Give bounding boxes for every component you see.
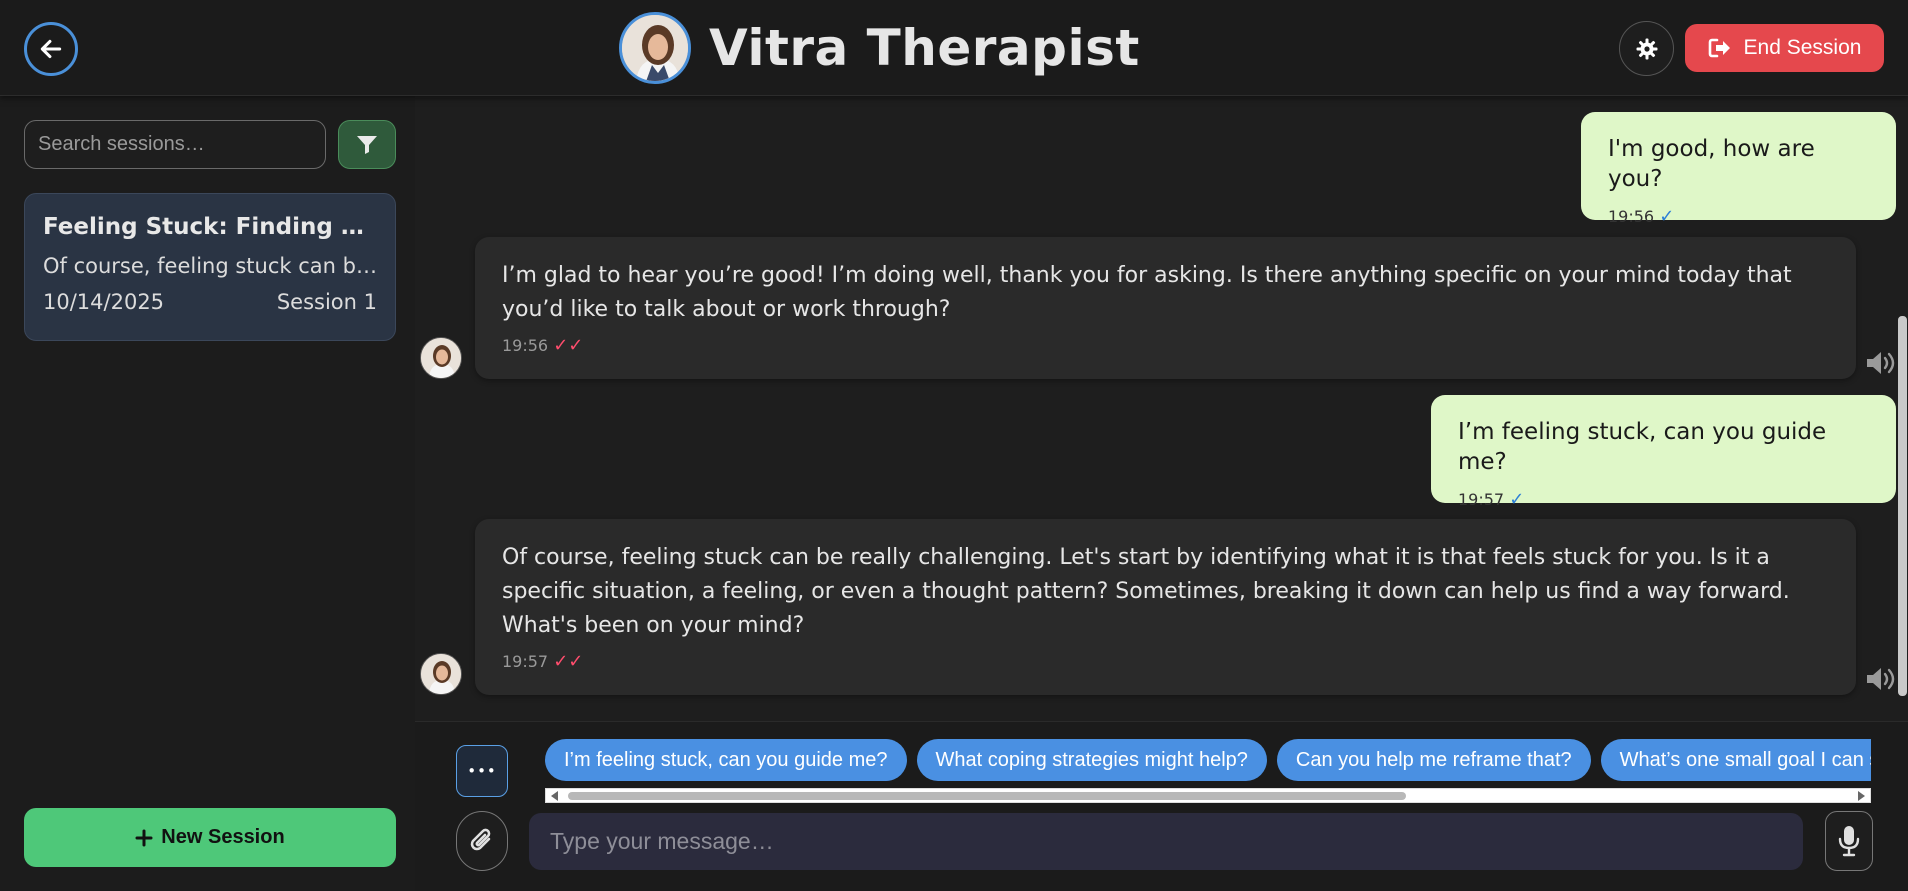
suggestion-chip[interactable]: What’s one small goal I can set? — [1600, 739, 1871, 781]
therapist-avatar — [619, 12, 691, 84]
suggestion-chips: I’m feeling stuck, can you guide me? What… — [545, 739, 1871, 787]
session-preview: Of course, feeling stuck can be really c… — [43, 254, 377, 278]
arrow-left-icon — [40, 39, 62, 59]
suggestions-scroll-thumb[interactable] — [568, 792, 1406, 800]
settings-button[interactable] — [1619, 21, 1674, 76]
more-icon: ••• — [467, 762, 497, 780]
message-user: I'm good, how are you? 19:56 ✓ — [1581, 112, 1896, 227]
chat-scroll-thumb[interactable] — [1898, 316, 1907, 696]
plus-icon — [135, 829, 153, 846]
new-session-label: New Session — [161, 826, 285, 848]
filter-icon — [357, 135, 377, 154]
sidebar: Feeling Stuck: Finding Your Way Forward … — [0, 96, 415, 891]
scroll-right-icon[interactable] — [1858, 791, 1865, 801]
brand: Vitra Therapist — [619, 12, 1140, 84]
suggestion-chip[interactable]: Can you help me reframe that? — [1276, 739, 1591, 781]
session-title: Feeling Stuck: Finding Your Way Forward — [43, 214, 377, 240]
message-time: 19:57 — [502, 652, 549, 671]
suggestion-chip[interactable]: I’m feeling stuck, can you guide me? — [545, 739, 907, 781]
sent-check-icon: ✓ — [1659, 206, 1675, 227]
message-time: 19:57 — [1458, 490, 1505, 509]
message-meta: 19:57 ✓ — [1458, 489, 1869, 510]
message-time: 19:56 — [502, 336, 549, 355]
speaker-icon — [1867, 668, 1895, 690]
speaker-button[interactable] — [1865, 664, 1899, 694]
filter-button[interactable] — [338, 120, 396, 169]
message-text: I’m glad to hear you’re good! I’m doing … — [502, 263, 1792, 322]
scroll-left-icon[interactable] — [551, 791, 558, 801]
message-time: 19:56 — [1608, 207, 1655, 226]
search-sessions-input[interactable] — [24, 120, 326, 169]
paperclip-icon — [470, 828, 491, 851]
message-text: I’m feeling stuck, can you guide me? — [1458, 419, 1827, 475]
microphone-icon — [1838, 826, 1860, 857]
speaker-button[interactable] — [1865, 348, 1899, 378]
message-assistant: I’m glad to hear you’re good! I’m doing … — [475, 237, 1856, 379]
gear-icon — [1636, 38, 1657, 59]
app-title: Vitra Therapist — [709, 19, 1140, 77]
session-date: 10/14/2025 — [43, 290, 165, 314]
therapist-avatar-small — [420, 337, 462, 379]
sent-check-icon: ✓ — [1509, 489, 1525, 510]
message-assistant: Of course, feeling stuck can be really c… — [475, 519, 1856, 695]
end-session-label: End Session — [1743, 36, 1862, 59]
back-button[interactable] — [24, 22, 78, 76]
read-check-icon: ✓✓ — [553, 335, 584, 356]
suggestion-chip[interactable]: What coping strategies might help? — [916, 739, 1267, 781]
suggestions-scrollbar[interactable] — [545, 788, 1871, 803]
message-input[interactable] — [529, 813, 1803, 870]
therapist-avatar-small — [420, 653, 462, 695]
session-card[interactable]: Feeling Stuck: Finding Your Way Forward … — [24, 193, 396, 341]
end-session-button[interactable]: End Session — [1685, 24, 1884, 72]
session-number: Session 1 — [276, 290, 377, 314]
session-meta: 10/14/2025 Session 1 — [43, 290, 377, 314]
attach-button[interactable] — [456, 811, 508, 871]
chat-area: I'm good, how are you? 19:56 ✓ I’m glad … — [415, 96, 1908, 721]
new-session-button[interactable]: New Session — [24, 808, 396, 867]
message-meta: 19:56 ✓ — [1608, 206, 1869, 227]
app-root: Vitra Therapist End Session Search sessi… — [0, 0, 1908, 891]
sign-out-icon — [1708, 38, 1730, 58]
chat-scrollbar[interactable] — [1897, 96, 1908, 721]
read-check-icon: ✓✓ — [553, 651, 584, 672]
message-meta: 19:57 ✓✓ — [502, 651, 1829, 672]
more-options-button[interactable]: ••• — [456, 745, 508, 797]
speaker-icon — [1867, 352, 1895, 374]
top-header: Vitra Therapist End Session — [0, 0, 1908, 96]
microphone-button[interactable] — [1825, 811, 1873, 871]
message-text: I'm good, how are you? — [1608, 136, 1815, 192]
message-text: Of course, feeling stuck can be really c… — [502, 545, 1790, 638]
message-meta: 19:56 ✓✓ — [502, 335, 1829, 356]
message-user: I’m feeling stuck, can you guide me? 19:… — [1431, 395, 1896, 510]
